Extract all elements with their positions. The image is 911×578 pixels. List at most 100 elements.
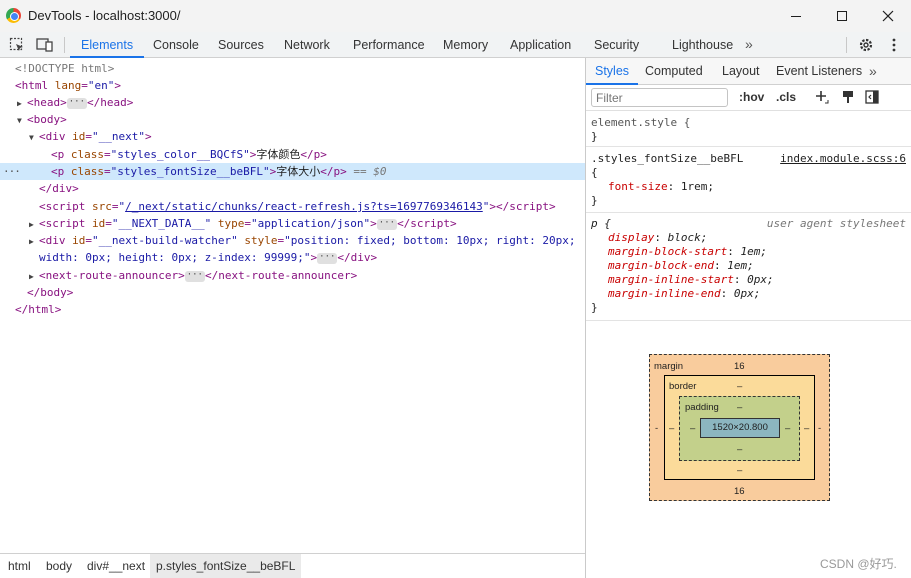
more-sidebar-tabs-chevron-icon[interactable]: » <box>869 58 877 85</box>
margin-left-value[interactable]: - <box>655 423 658 434</box>
expand-triangle-icon[interactable]: ▶ <box>17 95 27 112</box>
dom-div-watcher[interactable]: ▶ <div id="__next-build-watcher" style="p… <box>0 232 585 249</box>
expand-triangle-icon[interactable]: ▶ <box>29 216 39 233</box>
tab-application[interactable]: Application <box>510 32 571 58</box>
rule-element-style[interactable]: element.style { } <box>586 114 911 147</box>
rule-close-brace: } <box>591 130 598 143</box>
breadcrumb-html[interactable]: html <box>8 554 31 578</box>
css-property-margin-inline-start[interactable]: margin-inline-start: 0px; <box>586 273 911 287</box>
tab-console[interactable]: Console <box>153 32 199 58</box>
collapse-triangle-icon[interactable]: ▼ <box>17 112 27 129</box>
tab-elements[interactable]: Elements <box>70 32 145 58</box>
minimize-button[interactable] <box>773 0 819 32</box>
border-top-value[interactable]: – <box>737 381 742 392</box>
css-property-margin-block-start[interactable]: margin-block-start: 1em; <box>586 245 911 259</box>
dom-html-open[interactable]: <html lang="en"> <box>0 77 585 94</box>
css-property-margin-inline-end[interactable]: margin-inline-end: 0px; <box>586 287 911 301</box>
tab-sources[interactable]: Sources <box>218 32 264 58</box>
p2-text: 字体大小 <box>276 165 321 178</box>
source-link[interactable]: index.module.scss:6 <box>780 152 906 166</box>
p2-attr-value: "styles_fontSize__beBFL" <box>110 165 270 178</box>
dom-body-open[interactable]: ▼ <body> <box>0 111 585 128</box>
paint-brush-icon[interactable] <box>840 89 856 105</box>
property-value: 1em; <box>740 245 767 258</box>
script-src-link[interactable]: /_next/static/chunks/react-refresh.js?ts… <box>125 200 483 213</box>
breadcrumb-body[interactable]: body <box>46 554 72 578</box>
collapse-triangle-icon[interactable]: ▼ <box>29 129 39 146</box>
styles-filter-input[interactable] <box>591 88 728 107</box>
tab-computed[interactable]: Computed <box>645 58 703 85</box>
dom-div-watcher-cont[interactable]: width: 0px; height: 0px; z-index: 99999;… <box>0 249 585 266</box>
collapsed-ellipsis-icon[interactable]: ··· <box>184 270 205 282</box>
close-button[interactable] <box>865 0 911 32</box>
body-open-tag: <body> <box>27 113 67 126</box>
collapsed-ellipsis-icon[interactable]: ··· <box>376 218 398 230</box>
breadcrumb-p-fontsize[interactable]: p.styles_fontSize__beBFL <box>150 554 302 578</box>
margin-right-value[interactable]: - <box>818 423 821 434</box>
margin-top-value[interactable]: 16 <box>734 361 745 372</box>
html-attr-name: lang <box>54 79 82 92</box>
padding-top-value[interactable]: – <box>737 402 742 413</box>
device-toolbar-icon[interactable] <box>36 36 54 54</box>
rule-user-agent[interactable]: p {user agent stylesheet display: block;… <box>586 215 911 321</box>
gear-icon[interactable] <box>857 36 875 54</box>
property-value[interactable]: 1rem; <box>681 180 714 193</box>
dom-p-fontsize-selected[interactable]: ··· <p class="styles_fontSize__beBFL">字体… <box>0 163 585 180</box>
border-right-value[interactable]: – <box>804 423 809 434</box>
expand-triangle-icon[interactable]: ▶ <box>29 233 39 250</box>
dom-doctype[interactable]: <!DOCTYPE html> <box>0 60 585 77</box>
css-property-margin-block-end[interactable]: margin-block-end: 1em; <box>586 259 911 273</box>
tab-event-listeners[interactable]: Event Listeners <box>776 58 862 85</box>
collapsed-ellipsis-icon[interactable]: ··· <box>317 252 338 264</box>
property-value: 0px; <box>747 273 774 286</box>
tab-network[interactable]: Network <box>284 32 330 58</box>
kebab-menu-icon[interactable] <box>888 36 900 54</box>
head-open-tag: <head> <box>27 96 67 109</box>
tab-security[interactable]: Security <box>594 32 639 58</box>
padding-right-value[interactable]: – <box>785 423 790 434</box>
hov-toggle-button[interactable]: :hov <box>739 90 764 104</box>
padding-bottom-value[interactable]: – <box>737 444 742 455</box>
padding-left-value[interactable]: – <box>690 423 695 434</box>
dom-div-next[interactable]: ▼ <div id="__next"> <box>0 128 585 145</box>
element-style-selector: element.style { <box>591 116 691 129</box>
dom-script-refresh[interactable]: <script src="/_next/static/chunks/react-… <box>0 198 585 215</box>
new-style-rule-plus-icon[interactable] <box>814 89 830 105</box>
more-tabs-chevron-icon[interactable]: » <box>745 32 753 58</box>
p1-attr-name: class <box>70 148 104 161</box>
toggle-sidebar-icon[interactable] <box>864 89 880 105</box>
rule-fontsize[interactable]: .styles_fontSize__beBFL index.module.scss… <box>586 150 911 213</box>
css-property-font-size[interactable]: font-size: 1rem; <box>586 180 911 194</box>
property-name: margin-inline-start <box>608 273 734 286</box>
tab-layout[interactable]: Layout <box>722 58 760 85</box>
row-ellipsis-icon[interactable]: ··· <box>3 163 21 180</box>
margin-bottom-value[interactable]: 16 <box>734 486 745 497</box>
dom-route-announcer[interactable]: ▶ <next-route-announcer> ··· </next-route-a… <box>0 267 585 284</box>
cls-toggle-button[interactable]: .cls <box>776 90 796 104</box>
box-model-content[interactable]: 1520×20.800 <box>700 418 780 438</box>
close-icon <box>882 10 894 22</box>
dom-head[interactable]: ▶ <head> ··· </head> <box>0 94 585 111</box>
p2-attr-name: class <box>70 165 104 178</box>
dom-div-close[interactable]: </div> <box>0 180 585 197</box>
css-property-display[interactable]: display: block; <box>586 231 911 245</box>
dom-script-next-data[interactable]: ▶ <script id="__NEXT_DATA__" type="applic… <box>0 215 585 232</box>
tab-performance[interactable]: Performance <box>353 32 425 58</box>
inspect-element-icon[interactable] <box>8 36 26 54</box>
breadcrumb-div-next[interactable]: div#__next <box>87 554 145 578</box>
tab-styles[interactable]: Styles <box>586 58 639 85</box>
border-left-value[interactable]: – <box>669 423 674 434</box>
announcer-open-tag: next-route-announcer <box>45 269 179 282</box>
maximize-button[interactable] <box>819 0 865 32</box>
tab-lighthouse[interactable]: Lighthouse <box>672 32 733 58</box>
expand-triangle-icon[interactable]: ▶ <box>29 268 39 285</box>
border-bottom-value[interactable]: – <box>737 465 742 476</box>
tab-memory[interactable]: Memory <box>443 32 488 58</box>
dom-p-color[interactable]: <p class="styles_color__BQCfS">字体颜色</p> <box>0 146 585 163</box>
border-label: border <box>669 381 697 392</box>
script2-val1: "__NEXT_DATA__" <box>111 217 212 230</box>
dom-body-close[interactable]: </body> <box>0 284 585 301</box>
chrome-logo-icon <box>6 8 21 23</box>
collapsed-ellipsis-icon[interactable]: ··· <box>66 97 88 109</box>
dom-html-close[interactable]: </html> <box>0 301 585 318</box>
